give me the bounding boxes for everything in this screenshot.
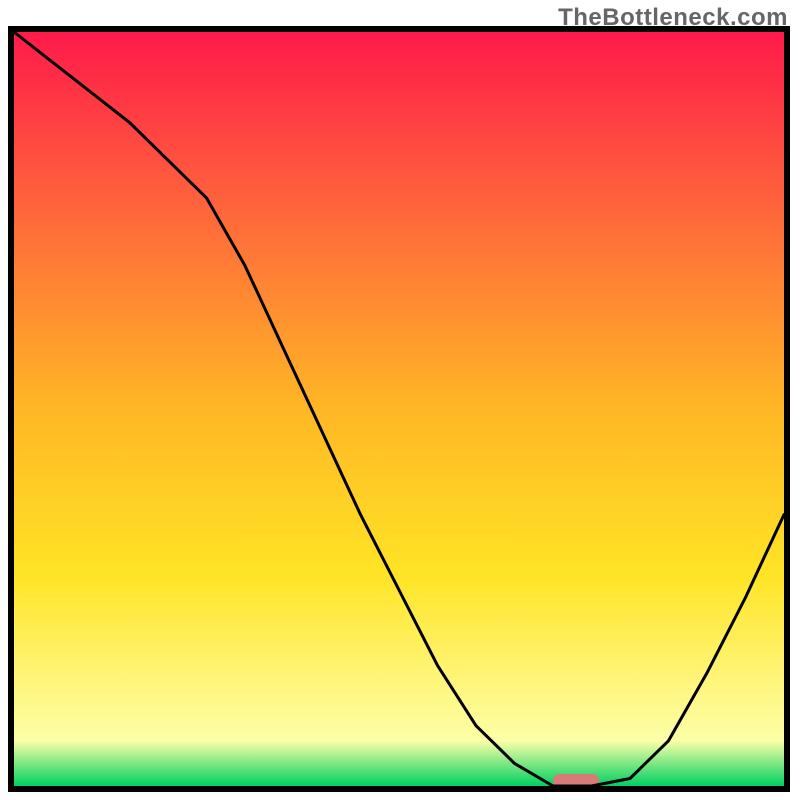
chart-svg: [0, 0, 800, 800]
watermark-text: TheBottleneck.com: [558, 4, 788, 32]
chart-container: TheBottleneck.com: [0, 0, 800, 800]
plot-background: [14, 32, 784, 786]
